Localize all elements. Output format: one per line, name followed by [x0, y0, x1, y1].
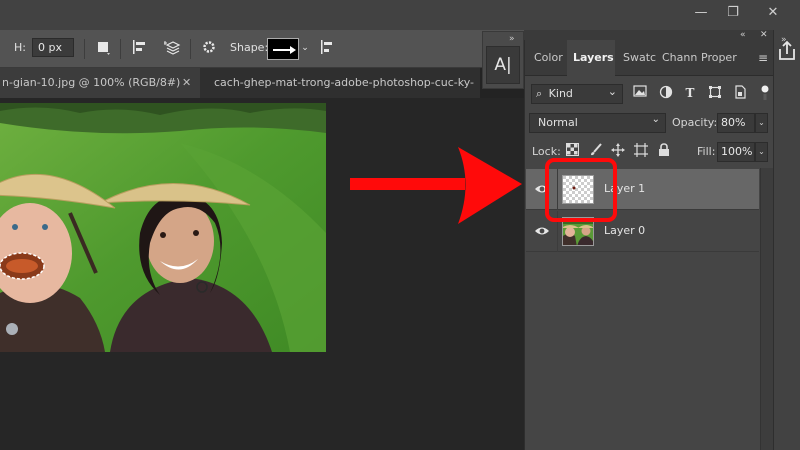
separator [120, 39, 121, 59]
document-tab-bar: n-gian-10.jpg @ 100% (RGB/8#) ✕ cach-ghe… [0, 68, 480, 98]
document-tab-active[interactable]: n-gian-10.jpg @ 100% (RGB/8#) [0, 68, 200, 98]
align-edges-icon[interactable] [318, 39, 336, 57]
restore-button[interactable]: ❐ [722, 4, 744, 22]
layers-panel: Color Layers Swatc Chann Proper ≡ ⌕ Kind… [524, 40, 774, 450]
shape-filter-icon[interactable] [707, 85, 723, 101]
height-field[interactable]: 0 px [32, 38, 74, 57]
shape-picker[interactable] [267, 38, 299, 60]
tab-layers[interactable]: Layers [567, 40, 615, 76]
lock-image-brush-icon[interactable] [588, 143, 604, 159]
separator [84, 39, 85, 59]
fill-field[interactable]: 100% [717, 142, 755, 162]
chevron-down-icon[interactable]: ⌄ [299, 39, 311, 57]
share-icon[interactable] [775, 39, 799, 63]
image-filter-icon[interactable] [632, 85, 648, 101]
arrow-shape-line [273, 49, 291, 51]
lock-artboard-icon[interactable] [633, 143, 649, 159]
photo-layer-image[interactable] [0, 103, 326, 352]
adjustment-filter-icon[interactable] [658, 85, 674, 101]
separator [190, 39, 191, 59]
arrange-icon[interactable] [163, 39, 182, 57]
eye-icon[interactable] [534, 223, 550, 239]
tab-channels[interactable]: Chann [662, 40, 698, 76]
tab-color[interactable]: Color [531, 40, 567, 76]
toggle-filter-icon[interactable] [757, 85, 773, 101]
collapse-panel-button[interactable]: « [740, 30, 746, 40]
layer-name[interactable]: Layer 0 [604, 224, 645, 237]
lock-label: Lock: [532, 145, 561, 158]
fill-label: Fill: [697, 145, 716, 158]
title-bar: — ❐ ✕ [0, 0, 800, 30]
align-icon[interactable] [130, 39, 148, 57]
chevron-down-icon: ⌄ [651, 114, 660, 125]
search-icon: ⌕ [536, 87, 543, 100]
arrow-shape-head [290, 46, 296, 54]
lock-transparent-icon[interactable] [564, 143, 580, 159]
close-icon[interactable]: ✕ [182, 68, 191, 98]
character-panel-button[interactable]: A| [486, 46, 520, 84]
minimize-button[interactable]: — [690, 4, 712, 22]
close-window-button[interactable]: ✕ [762, 4, 784, 22]
panel-tab-bar: Color Layers Swatc Chann Proper ≡ [525, 40, 774, 76]
filter-kind-select[interactable]: ⌕ Kind ⌄ [531, 84, 623, 104]
expand-panel-button[interactable]: » [509, 34, 515, 44]
highlight-box [545, 158, 617, 222]
panel-menu-icon[interactable]: ≡ [758, 51, 768, 65]
blend-mode-select[interactable]: Normal ⌄ [529, 113, 666, 133]
shape-label: Shape: [230, 41, 269, 54]
gear-icon[interactable] [200, 39, 218, 57]
opacity-field[interactable]: 80% [717, 113, 755, 133]
lock-all-icon[interactable] [656, 143, 672, 159]
close-panel-button[interactable]: ✕ [760, 30, 768, 40]
document-tab[interactable]: cach-ghep-mat-trong-adobe-photoshop-cuc-… [214, 68, 480, 98]
filter-kind-label: Kind [548, 87, 573, 100]
annotation-arrow [350, 147, 522, 224]
fill-dropdown[interactable]: ⌄ [755, 142, 768, 162]
lock-position-icon[interactable] [610, 143, 626, 159]
type-filter-icon[interactable]: T [682, 85, 698, 101]
opacity-dropdown[interactable]: ⌄ [755, 113, 768, 133]
smart-object-filter-icon[interactable] [732, 85, 748, 101]
opacity-label: Opacity: [672, 116, 718, 129]
chevron-down-icon: ⌄ [607, 85, 617, 98]
panel-header-strip [524, 30, 773, 40]
tab-swatches[interactable]: Swatc [623, 40, 657, 76]
layers-scrollbar[interactable] [760, 168, 773, 450]
right-tool-strip: » [773, 30, 800, 450]
fill-square-icon[interactable] [94, 39, 112, 57]
height-label: H: [14, 41, 26, 54]
blend-mode-value: Normal [538, 116, 578, 129]
tab-properties[interactable]: Proper [701, 40, 739, 76]
